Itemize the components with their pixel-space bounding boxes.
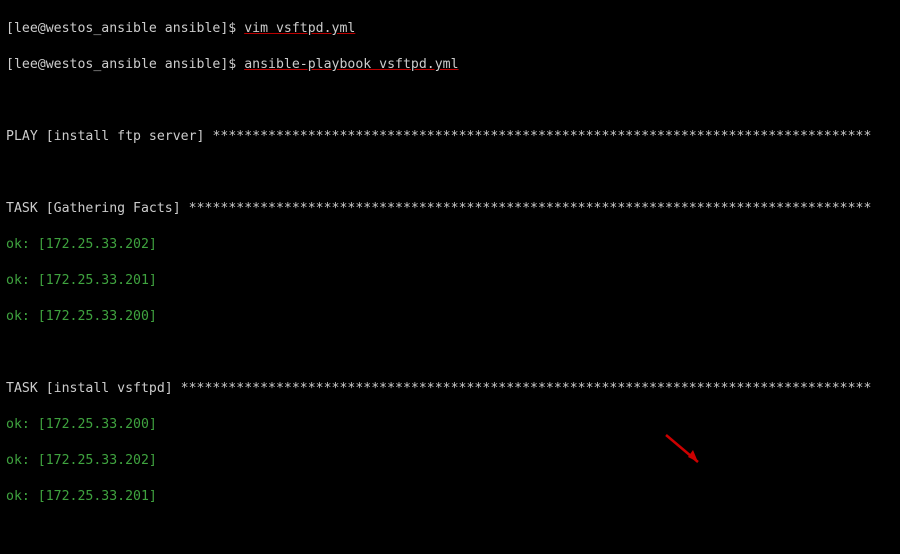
blank-line: [6, 164, 894, 182]
task-ok-line: ok: [172.25.33.202]: [6, 452, 894, 470]
blank-line: [6, 524, 894, 542]
task-ok-line: ok: [172.25.33.201]: [6, 488, 894, 506]
command-text: vim vsftpd.yml: [244, 21, 355, 36]
play-header: PLAY [install ftp server] **************…: [6, 128, 894, 146]
command-line: [lee@westos_ansible ansible]$ vim vsftpd…: [6, 20, 894, 38]
command-line: [lee@westos_ansible ansible]$ ansible-pl…: [6, 56, 894, 74]
prompt: [lee@westos_ansible ansible]$: [6, 21, 244, 36]
task-ok-line: ok: [172.25.33.201]: [6, 272, 894, 290]
blank-line: [6, 92, 894, 110]
prompt: [lee@westos_ansible ansible]$: [6, 57, 244, 72]
task-ok-line: ok: [172.25.33.202]: [6, 236, 894, 254]
command-text: ansible-playbook vsftpd.yml: [244, 57, 458, 72]
task-header-gathering: TASK [Gathering Facts] *****************…: [6, 200, 894, 218]
blank-line: [6, 344, 894, 362]
task-ok-line: ok: [172.25.33.200]: [6, 416, 894, 434]
task-header-install: TASK [install vsftpd] ******************…: [6, 380, 894, 398]
task-ok-line: ok: [172.25.33.200]: [6, 308, 894, 326]
terminal-output: [lee@westos_ansible ansible]$ vim vsftpd…: [0, 0, 900, 554]
